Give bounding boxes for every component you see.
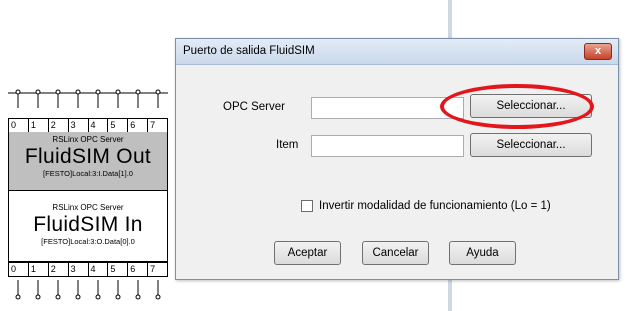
close-button[interactable]: x — [584, 43, 612, 60]
invert-mode-label: Invertir modalidad de funcionamiento (Lo… — [319, 200, 551, 212]
top-digit-cell: 7 — [150, 120, 156, 130]
bottom-connection-pins — [8, 280, 168, 300]
top-digit-cell: 6 — [128, 119, 149, 132]
top-digit-cell: 0 — [9, 119, 29, 132]
invert-mode-option[interactable]: Invertir modalidad de funcionamiento (Lo… — [301, 200, 551, 212]
out-block-tag: [FESTO]Local:3:I.Data[1].0 — [43, 169, 133, 178]
top-digit-cell: 1 — [29, 119, 49, 132]
block-separator — [8, 190, 168, 200]
fluidsim-in-block[interactable]: RSLinx OPC Server FluidSIM In [FESTO]Loc… — [8, 200, 168, 262]
accept-button[interactable]: Aceptar — [274, 241, 341, 265]
bottom-digit-cell: 1 — [29, 263, 49, 276]
bottom-digit-cell: 6 — [128, 263, 149, 276]
bottom-pins-graphic — [15, 280, 161, 300]
top-digit-cell: 4 — [89, 119, 109, 132]
out-block-name: FluidSIM Out — [24, 145, 152, 168]
select-item-button[interactable]: Seleccionar... — [470, 133, 592, 157]
bottom-digit-cell: 2 — [49, 263, 69, 276]
invert-mode-checkbox[interactable] — [301, 200, 313, 212]
in-block-server: RSLinx OPC Server — [52, 203, 124, 212]
top-digit-cell: 3 — [69, 119, 89, 132]
dialog-titlebar[interactable]: Puerto de salida FluidSIM x — [176, 39, 618, 65]
fluidsim-out-block[interactable]: RSLinx OPC Server FluidSIM Out [FESTO]Lo… — [8, 132, 168, 190]
in-block-name: FluidSIM In — [33, 213, 143, 236]
bottom-digit-cell: 4 — [89, 263, 109, 276]
in-block-tag: [FESTO]Local:3:O.Data[0].0 — [41, 237, 135, 246]
dialog-title: Puerto de salida FluidSIM — [183, 45, 315, 57]
bottom-digit-cell: 7 — [150, 264, 156, 274]
item-input[interactable] — [311, 135, 464, 157]
fluidsim-output-port-dialog: Puerto de salida FluidSIM x OPC Server S… — [175, 38, 619, 280]
highlight-ellipse — [440, 84, 594, 129]
bottom-digit-row: 0 1 2 3 4 5 6 7 — [8, 262, 168, 277]
cancel-button[interactable]: Cancelar — [362, 241, 429, 265]
top-digit-cell: 2 — [49, 119, 69, 132]
bottom-digit-cell: 0 — [9, 263, 29, 276]
bottom-digit-cell: 3 — [69, 263, 89, 276]
top-digit-cell: 5 — [108, 119, 129, 132]
opc-server-label: OPC Server — [223, 101, 285, 113]
item-label: Item — [276, 139, 299, 151]
top-connection-pins — [8, 88, 168, 108]
help-button[interactable]: Ayuda — [449, 241, 516, 265]
bottom-digit-cell: 5 — [108, 263, 129, 276]
top-pins-graphic — [8, 89, 168, 108]
out-block-server: RSLinx OPC Server — [52, 135, 124, 144]
top-digit-row: 0 1 2 3 4 5 6 7 — [8, 118, 168, 133]
close-icon: x — [594, 45, 602, 57]
